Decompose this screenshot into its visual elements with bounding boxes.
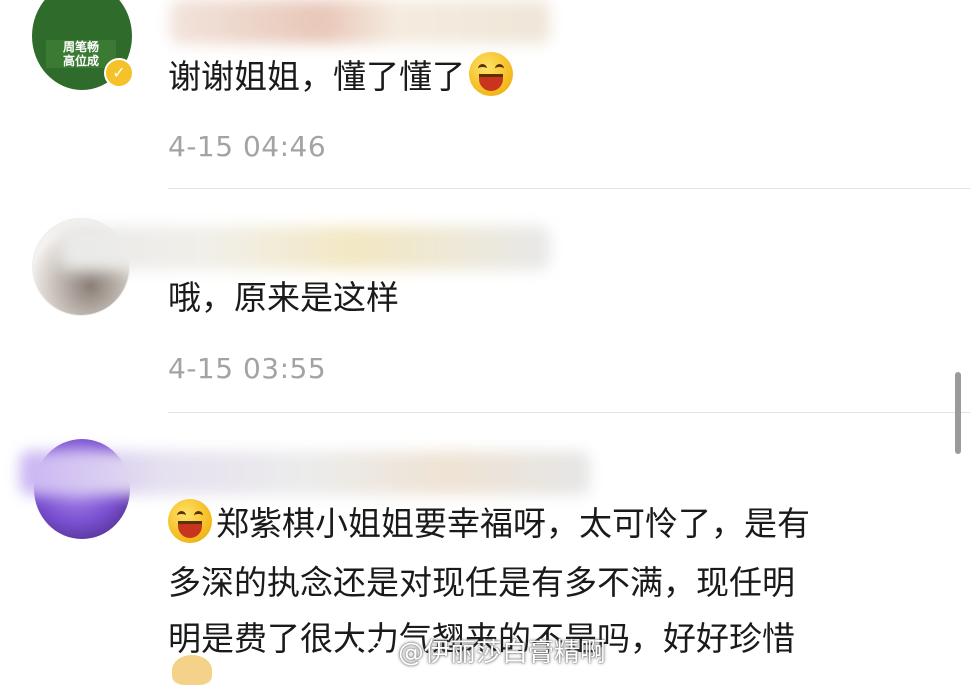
comment-1: 周笔畅 高位成 ✓ 谢谢姐姐，懂了懂了 4-15 04:46 (0, 0, 970, 190)
verified-badge-icon: ✓ (104, 58, 134, 88)
laughing-emoji-icon (469, 52, 513, 96)
username-blurred[interactable] (60, 226, 550, 270)
username-blurred[interactable] (20, 451, 590, 495)
weibo-logo-icon (355, 635, 392, 663)
comment-text: 哦，原来是这样 (168, 278, 399, 317)
laughing-emoji-icon (168, 499, 212, 543)
watermark: @伊丽莎白膏精啊 (398, 638, 607, 668)
cat-emoji-icon (172, 655, 212, 685)
comment-time: 4-15 03:55 (168, 352, 327, 385)
comment-2: 哦，原来是这样 4-15 03:55 (0, 190, 970, 415)
comment-text-content: 郑紫棋小姐姐要幸福呀，太可怜了，是有 (216, 504, 810, 543)
username-blurred[interactable] (170, 0, 550, 44)
scrollbar[interactable] (955, 372, 961, 454)
divider (168, 412, 970, 413)
comment-text-line-1: 郑紫棋小姐姐要幸福呀，太可怜了，是有 (168, 499, 810, 548)
comment-text-line-2: 多深的执念还是对现任是有多不满，现任明 (168, 563, 795, 602)
divider (168, 188, 970, 189)
comment-time: 4-15 04:46 (168, 130, 327, 163)
comment-text-content: 谢谢姐姐，懂了懂了 (168, 57, 465, 96)
comment-text: 谢谢姐姐，懂了懂了 (168, 52, 513, 101)
